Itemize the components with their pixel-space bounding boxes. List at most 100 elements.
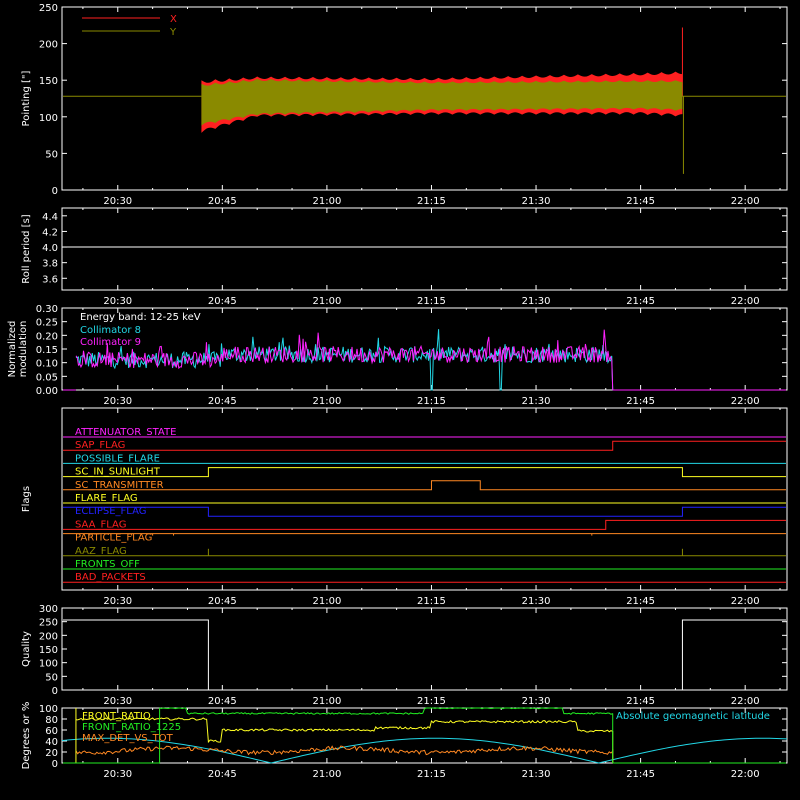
y-tick-label: 300 [39,604,58,615]
x-tick-label: 21:15 [417,296,446,307]
y-tick-label: 3.8 [42,259,58,270]
x-tick-label: 21:00 [312,396,341,407]
y-tick-label: 4.4 [42,212,58,223]
x-tick-label: 20:30 [103,596,132,607]
y-tick-label: 4.0 [42,243,58,254]
x-tick-label: 21:30 [522,196,551,207]
y-tick-label: 100 [39,704,58,715]
x-tick-label: 20:30 [103,769,132,780]
legend-label: Collimator 9 [80,337,141,348]
y-tick-label: 0.30 [36,304,58,315]
x-tick-label: 21:15 [417,596,446,607]
y-tick-label: 200 [39,40,58,51]
legend-label: FRONT_RATIO [82,711,151,722]
y-axis-label: modulation [18,321,29,378]
flag-label: ECLIPSE_FLAG [75,506,146,517]
x-tick-label: 21:45 [626,596,655,607]
x-tick-label: 21:45 [626,769,655,780]
flag-label: AAZ_FLAG [75,546,127,557]
flag-label: FRONTS_OFF [75,559,140,570]
x-tick-label: 22:00 [731,696,760,707]
x-tick-label: 22:00 [731,196,760,207]
flag-label: SAP_FLAG [75,440,125,451]
x-tick-label: 20:45 [208,396,237,407]
y-tick-label: 0.05 [36,372,58,383]
y-tick-label: 4.2 [42,227,58,238]
y-tick-label: 0.15 [36,345,58,356]
y-axis-label: Quality [21,631,32,667]
y-tick-label: 60 [45,726,58,737]
x-tick-label: 21:30 [522,296,551,307]
x-tick-label: 21:00 [312,596,341,607]
y-tick-label: 50 [45,149,58,160]
x-tick-label: 20:30 [103,396,132,407]
x-tick-label: 21:00 [312,769,341,780]
x-tick-label: 21:30 [522,396,551,407]
legend-label: Y [169,27,177,38]
y-tick-label: 250 [39,618,58,629]
flag-label: SC_TRANSMITTER [75,480,164,491]
x-tick-label: 20:30 [103,296,132,307]
flag-label: BAD_PACKETS [75,572,146,583]
y-tick-label: 150 [39,76,58,87]
x-tick-label: 22:00 [731,296,760,307]
stacked-timeseries-chart: 20:30 20:45 21:00 21:15 21:30 21:45 22:00 0 50 10… [0,0,800,800]
flag-label: FLARE_FLAG [75,493,138,504]
y-tick-label: 0.20 [36,331,58,342]
y-tick-label: 0 [52,686,58,697]
geomagnetic-annotation: Absolute geomagnetic latitude [616,711,770,722]
x-tick-label: 20:45 [208,596,237,607]
x-tick-label: 20:45 [208,296,237,307]
legend-label: FRONT_RATIO_1225 [82,722,181,733]
y-tick-label: 200 [39,631,58,642]
y-axis-label: Degrees or % [21,702,32,770]
y-tick-label: 0.10 [36,359,58,370]
legend-label: MAX_DET_VS_TOT [82,733,174,744]
x-tick-label: 21:45 [626,296,655,307]
x-tick-label: 21:45 [626,196,655,207]
flag-label: PARTICLE_FLAG [75,533,152,544]
x-tick-label: 21:45 [626,396,655,407]
flag-label: SC_IN_SUNLIGHT [75,467,161,478]
x-tick-label: 21:30 [522,696,551,707]
x-tick-label: 21:45 [626,696,655,707]
x-tick-label: 22:00 [731,769,760,780]
y-axis-label: Normalized [7,321,18,378]
y-tick-label: 150 [39,645,58,656]
x-tick-label: 21:30 [522,596,551,607]
x-tick-label: 21:00 [312,196,341,207]
y-axis-label: Pointing ["] [21,70,32,126]
y-axis-label: Flags [21,486,32,512]
legend-label: X [170,14,177,25]
y-tick-label: 0 [52,759,58,770]
x-tick-label: 21:00 [312,696,341,707]
y-tick-label: 20 [45,748,58,759]
y-tick-label: 0.00 [36,386,58,397]
y-tick-label: 0.25 [36,318,58,329]
y-tick-label: 80 [45,715,58,726]
x-tick-label: 22:00 [731,596,760,607]
y-tick-label: 100 [39,659,58,670]
x-tick-label: 20:30 [103,696,132,707]
energy-band-annotation: Energy band: 12-25 keV [80,312,201,323]
x-tick-label: 20:30 [103,196,132,207]
flag-label: POSSIBLE_FLARE [75,453,160,464]
x-tick-label: 21:15 [417,696,446,707]
x-tick-label: 21:00 [312,296,341,307]
y-tick-label: 40 [45,737,58,748]
x-tick-label: 21:30 [522,769,551,780]
x-tick-label: 22:00 [731,396,760,407]
y-tick-label: 100 [39,113,58,124]
x-tick-label: 20:45 [208,769,237,780]
y-tick-label: 250 [39,3,58,14]
x-tick-label: 20:45 [208,696,237,707]
x-tick-label: 21:15 [417,196,446,207]
y-tick-label: 3.6 [42,274,58,285]
flag-label: SAA_FLAG [75,519,126,530]
x-tick-label: 21:15 [417,396,446,407]
x-tick-label: 21:15 [417,769,446,780]
legend-label: Collimator 8 [80,325,141,336]
flag-label: ATTENUATOR_STATE [75,427,176,438]
y-tick-label: 50 [45,672,58,683]
y-axis-label: Roll period [s] [21,214,32,283]
